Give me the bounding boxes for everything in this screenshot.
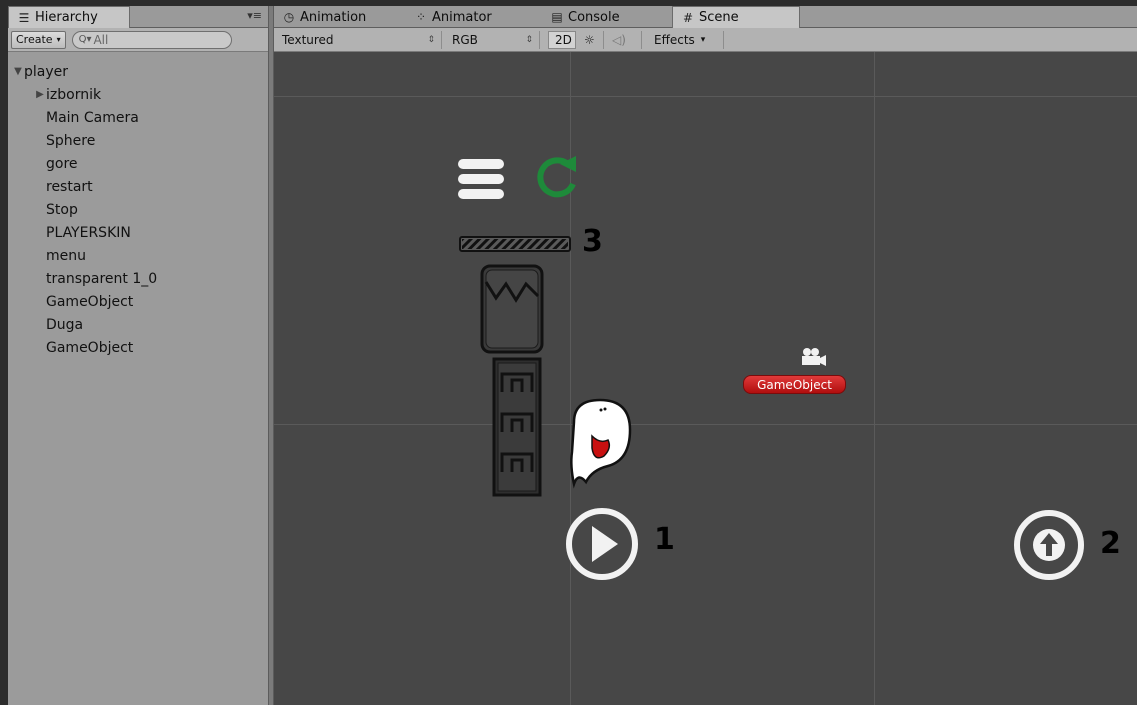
- draw-mode-select[interactable]: Textured ⇕: [276, 31, 442, 49]
- sun-icon: ☼: [584, 33, 595, 47]
- marker-label-3: 3: [582, 224, 603, 259]
- search-placeholder: All: [93, 32, 109, 47]
- scene-tabstrip: ◷ Animation ⁘ Animator ▤ Console # Scene: [274, 6, 1137, 28]
- tab-animation[interactable]: ◷ Animation: [274, 6, 396, 28]
- hierarchy-item-label: GameObject: [46, 339, 134, 356]
- hierarchy-item-label: player: [24, 63, 69, 80]
- hierarchy-item[interactable]: Sphere: [8, 129, 268, 152]
- console-icon: ▤: [551, 10, 563, 24]
- dropdown-arrow-icon: ▾: [56, 35, 61, 44]
- tab-scene[interactable]: # Scene: [672, 6, 800, 28]
- hierarchy-item[interactable]: GameObject: [8, 336, 268, 359]
- tab-console-label: Console: [568, 9, 620, 25]
- tab-animator-label: Animator: [432, 9, 492, 25]
- hierarchy-item[interactable]: ▼ player: [8, 60, 268, 83]
- dropdown-arrow-icon: ▾: [700, 35, 706, 45]
- scene-panel: ◷ Animation ⁘ Animator ▤ Console # Scene…: [274, 6, 1137, 705]
- hierarchy-item[interactable]: PLAYERSKIN: [8, 221, 268, 244]
- tab-animation-label: Animation: [300, 9, 367, 25]
- audio-toggle[interactable]: ◁): [606, 31, 642, 49]
- scene-viewport[interactable]: 3 1 2 GameObject: [274, 52, 1137, 705]
- hierarchy-panel: ☰ Hierarchy ▾≡ Create ▾ Q▾ All ▼ player ▶ i…: [8, 6, 268, 705]
- hierarchy-item-label: transparent 1_0: [46, 270, 158, 287]
- hierarchy-toolbar: Create ▾ Q▾ All: [8, 28, 268, 52]
- speaker-icon: ◁): [612, 33, 626, 47]
- search-icon: Q▾: [78, 34, 92, 45]
- list-icon: ☰: [18, 10, 30, 25]
- panel-menu-icon[interactable]: ▾≡: [247, 9, 262, 22]
- camera-gizmo-icon[interactable]: [802, 348, 826, 366]
- color-mode-label: RGB: [452, 33, 478, 47]
- effects-label: Effects: [654, 33, 695, 47]
- hierarchy-item[interactable]: transparent 1_0: [8, 267, 268, 290]
- clock-icon: ◷: [283, 10, 295, 24]
- lighting-toggle[interactable]: ☼: [578, 31, 604, 49]
- crusher-block-sprite[interactable]: [480, 264, 544, 354]
- ghost-player-sprite[interactable]: [570, 398, 632, 489]
- updown-icon: ⇕: [427, 35, 435, 45]
- gameobject-badge[interactable]: GameObject: [743, 375, 846, 394]
- scene-sprites: [458, 156, 1084, 580]
- hierarchy-item-label: izbornik: [46, 86, 102, 103]
- mode-2d-label: 2D: [555, 33, 572, 47]
- up-arrow-button-sprite[interactable]: [1014, 510, 1084, 580]
- striped-bar-sprite[interactable]: [459, 236, 571, 252]
- marker-label-1: 1: [654, 522, 675, 557]
- scene-toolbar: Textured ⇕ RGB ⇕ 2D ☼ ◁) Effects ▾: [274, 28, 1137, 52]
- search-input[interactable]: Q▾ All: [71, 30, 232, 49]
- tab-hierarchy[interactable]: ☰ Hierarchy: [8, 6, 130, 28]
- hierarchy-item-label: Duga: [46, 316, 84, 333]
- hierarchy-item-label: Sphere: [46, 132, 96, 149]
- restart-icon[interactable]: [537, 156, 576, 198]
- hierarchy-item[interactable]: Stop: [8, 198, 268, 221]
- hierarchy-item[interactable]: GameObject: [8, 290, 268, 313]
- hierarchy-item-label: restart: [46, 178, 93, 195]
- hierarchy-item-label: Main Camera: [46, 109, 139, 126]
- hierarchy-item[interactable]: Duga: [8, 313, 268, 336]
- hierarchy-item-label: PLAYERSKIN: [46, 224, 131, 241]
- create-button[interactable]: Create ▾: [11, 30, 66, 49]
- mode-2d-toggle[interactable]: 2D: [548, 31, 576, 49]
- hierarchy-item[interactable]: gore: [8, 152, 268, 175]
- tab-scene-label: Scene: [699, 10, 739, 25]
- hierarchy-tree: ▼ player ▶ izbornik Main Camera Sphere gore res…: [8, 60, 268, 359]
- collapse-triangle-icon[interactable]: ▶: [34, 89, 46, 100]
- marker-label-2: 2: [1100, 526, 1121, 561]
- tab-console[interactable]: ▤ Console: [542, 6, 662, 28]
- play-button-sprite[interactable]: [566, 508, 638, 580]
- expand-triangle-icon[interactable]: ▼: [12, 66, 24, 77]
- hierarchy-item-label: GameObject: [46, 293, 134, 310]
- draw-mode-label: Textured: [282, 33, 334, 47]
- hierarchy-item-label: menu: [46, 247, 86, 264]
- effects-dropdown[interactable]: Effects ▾: [648, 31, 724, 49]
- hierarchy-item-label: Stop: [46, 201, 78, 218]
- grid-icon: #: [682, 10, 694, 25]
- hierarchy-tabstrip: ☰ Hierarchy ▾≡: [8, 6, 268, 28]
- hierarchy-item[interactable]: ▶ izbornik: [8, 83, 268, 106]
- hierarchy-item-label: gore: [46, 155, 78, 172]
- color-mode-select[interactable]: RGB ⇕: [446, 31, 540, 49]
- tab-animator[interactable]: ⁘ Animator: [406, 6, 536, 28]
- hierarchy-item[interactable]: restart: [8, 175, 268, 198]
- pillar-sprite[interactable]: [492, 357, 542, 497]
- animator-icon: ⁘: [415, 10, 427, 24]
- hierarchy-item[interactable]: Main Camera: [8, 106, 268, 129]
- create-label: Create: [16, 33, 53, 46]
- gameobject-badge-label: GameObject: [757, 377, 832, 392]
- tab-hierarchy-label: Hierarchy: [35, 10, 98, 25]
- menu-icon[interactable]: [458, 159, 504, 199]
- hierarchy-item[interactable]: menu: [8, 244, 268, 267]
- updown-icon: ⇕: [525, 35, 533, 45]
